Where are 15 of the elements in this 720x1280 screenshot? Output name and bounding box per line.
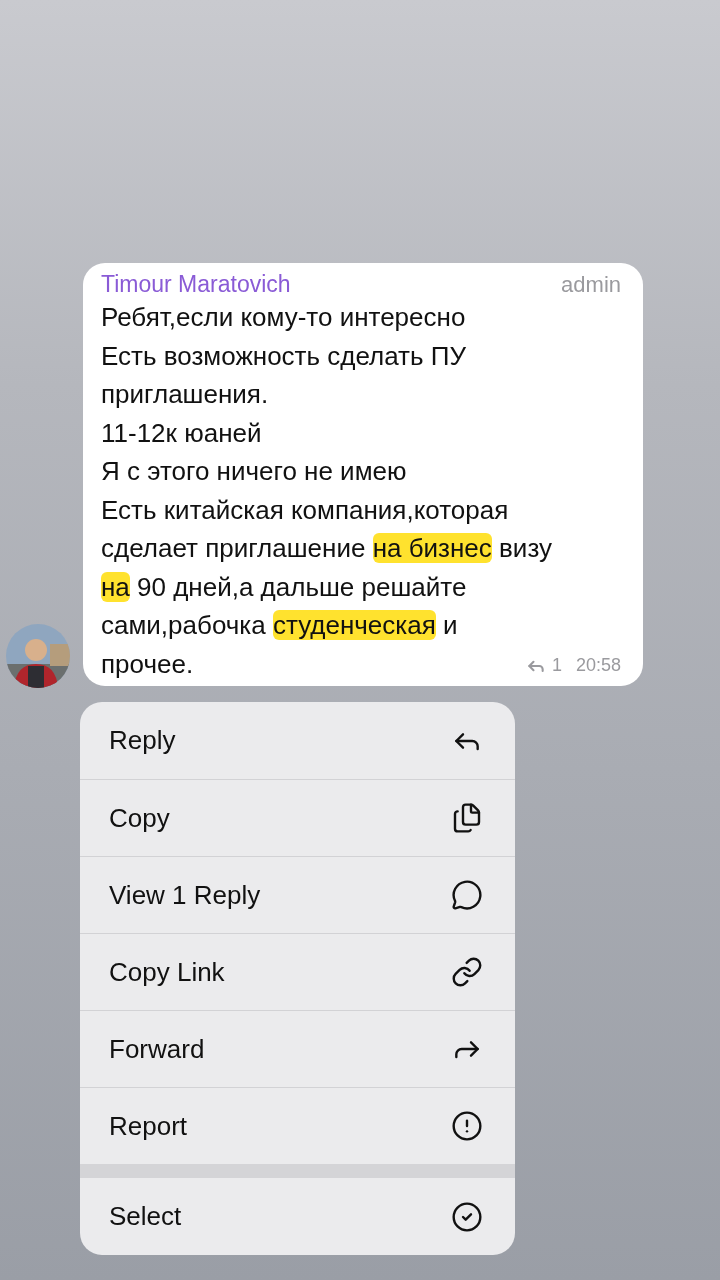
copy-icon	[451, 802, 483, 834]
exclamation-circle-icon	[451, 1110, 483, 1142]
menu-item[interactable]: Select	[80, 1178, 515, 1255]
menu-item[interactable]: Copy	[80, 779, 515, 856]
role-label: admin	[561, 272, 621, 298]
link-icon	[451, 956, 483, 988]
message-time: 20:58	[575, 655, 621, 676]
speech-bubble-icon	[451, 879, 483, 911]
menu-item[interactable]: Forward	[80, 1010, 515, 1087]
author-name: Timour Maratovich	[101, 271, 291, 298]
menu-item[interactable]: Reply	[80, 702, 515, 779]
check-circle-icon	[451, 1200, 483, 1233]
reply-count: 1	[551, 655, 562, 676]
menu-item[interactable]: Copy Link	[80, 933, 515, 1010]
menu-item[interactable]: View 1 Reply	[80, 856, 515, 933]
